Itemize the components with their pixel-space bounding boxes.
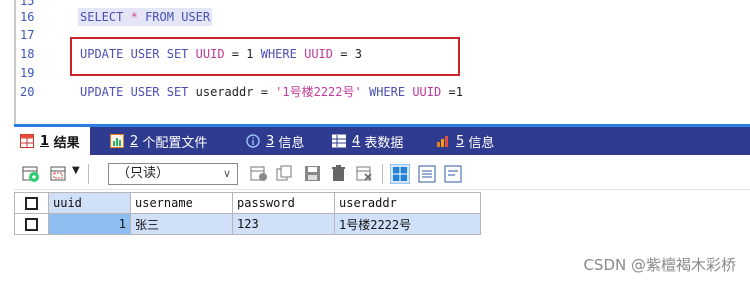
cell-username[interactable]: 张三: [130, 213, 233, 235]
code-text: UPDATE USER SET useraddr = '1号楼2222号' WH…: [80, 85, 463, 99]
duplicate-row-icon[interactable]: [276, 165, 294, 183]
code-text: SELECT * FROM USER: [78, 8, 213, 26]
grid-view-icon[interactable]: [390, 164, 410, 184]
line-number: 18: [20, 47, 35, 61]
line-number: 19: [20, 66, 35, 80]
info-icon: [246, 134, 260, 148]
export-data-icon[interactable]: [22, 165, 40, 183]
add-row-icon[interactable]: [250, 165, 268, 183]
view-mode-icon[interactable]: [50, 165, 68, 183]
cell-uuid[interactable]: 1: [48, 213, 131, 235]
read-only-mode-select[interactable]: （只读） ∨: [108, 163, 238, 185]
profile-chart-icon: [110, 134, 124, 148]
tab-info[interactable]: 3 信息: [246, 127, 304, 155]
checkbox-icon: [25, 197, 38, 210]
checkbox-icon: [25, 218, 38, 231]
toolbar-separator: [88, 164, 89, 184]
highlight-box: [70, 37, 460, 76]
delete-icon[interactable]: [330, 165, 348, 183]
column-header-uuid[interactable]: uuid: [48, 192, 131, 214]
cell-useraddr[interactable]: 1号楼2222号: [334, 213, 481, 235]
line-number: 17: [20, 28, 35, 42]
select-caret-icon: ∨: [222, 167, 231, 180]
tab-table-data[interactable]: 4 表数据: [332, 127, 403, 155]
tab-profiles[interactable]: 2 个配置文件: [110, 127, 207, 155]
table-grid-icon: [20, 134, 34, 148]
table-data-icon: [332, 134, 346, 148]
form-view-icon[interactable]: [418, 165, 436, 183]
text-view-icon[interactable]: [444, 165, 462, 183]
chevron-down-icon[interactable]: ▼: [72, 165, 80, 176]
editor-line-20[interactable]: 20 UPDATE USER SET useraddr = '1号楼2222号'…: [0, 83, 750, 101]
tab-results[interactable]: 1 结果: [14, 127, 90, 155]
result-table: uuid username password useraddr 1 张三 123…: [14, 192, 481, 235]
table-header-row: uuid username password useraddr: [14, 192, 481, 214]
editor-line-16[interactable]: 16 SELECT * FROM USER: [0, 8, 750, 26]
row-checkbox[interactable]: [14, 213, 49, 235]
select-all-checkbox[interactable]: [14, 192, 49, 214]
toolbar-separator: [382, 164, 383, 184]
tab-history-info[interactable]: 5 信息: [436, 127, 494, 155]
history-info-icon: [437, 136, 448, 147]
watermark: CSDN @紫檀褐木彩桥: [583, 256, 736, 274]
line-number: 20: [20, 85, 35, 99]
column-header-useraddr[interactable]: useraddr: [334, 192, 481, 214]
sql-editor[interactable]: 15 16 SELECT * FROM USER 17 18 UPDATE US…: [0, 0, 750, 124]
result-tabs: 1 结果 2 个配置文件 3 信息 4 表数据 5 信息: [14, 124, 750, 155]
column-header-password[interactable]: password: [232, 192, 335, 214]
save-icon[interactable]: [304, 165, 322, 183]
result-toolbar: ▼ （只读） ∨: [14, 158, 750, 190]
line-number: 16: [20, 10, 35, 24]
cell-password[interactable]: 123: [232, 213, 335, 235]
table-row[interactable]: 1 张三 123 1号楼2222号: [14, 213, 481, 235]
column-header-username[interactable]: username: [130, 192, 233, 214]
cancel-changes-icon[interactable]: [356, 165, 374, 183]
